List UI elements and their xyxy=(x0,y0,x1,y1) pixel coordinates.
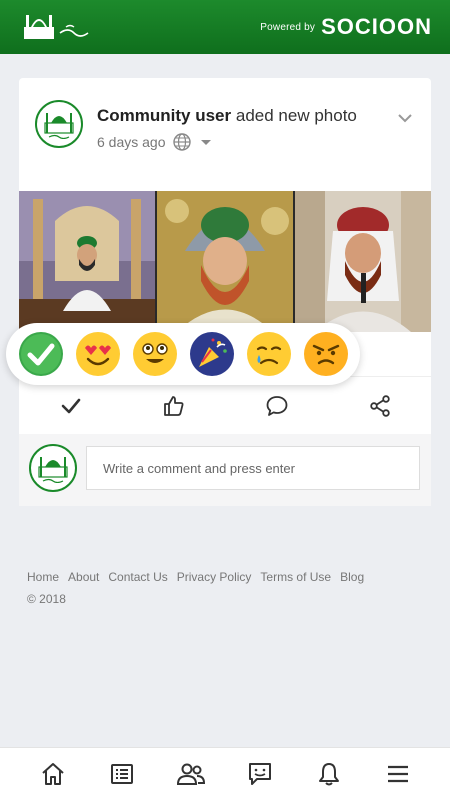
nav-people[interactable] xyxy=(169,752,213,796)
copyright: © 2018 xyxy=(27,592,66,606)
top-bar: Powered by SOCIOON xyxy=(0,0,450,54)
messages-icon xyxy=(248,763,271,785)
comment-bubble-icon xyxy=(266,396,287,416)
like-button[interactable] xyxy=(154,386,194,426)
footer-link-privacy[interactable]: Privacy Policy xyxy=(177,570,252,584)
post-time[interactable]: 6 days ago xyxy=(97,134,166,150)
angry-reaction[interactable] xyxy=(303,331,349,377)
party-popper-icon xyxy=(189,332,234,376)
wow-face-icon xyxy=(132,332,177,376)
bottom-nav xyxy=(0,747,450,800)
sad-tear-icon xyxy=(246,332,291,376)
mosque-icon xyxy=(24,15,89,39)
globe-icon[interactable] xyxy=(172,132,192,152)
mosque-icon xyxy=(44,113,74,139)
comment-input[interactable] xyxy=(86,446,420,490)
photo-grid xyxy=(19,191,431,332)
nav-home[interactable] xyxy=(31,752,75,796)
footer-link-contact[interactable]: Contact Us xyxy=(108,570,167,584)
avatar[interactable] xyxy=(35,100,83,148)
share-button[interactable] xyxy=(360,386,400,426)
news-feed-icon xyxy=(110,764,133,784)
sad-reaction[interactable] xyxy=(246,331,292,377)
angry-face-icon xyxy=(303,332,348,376)
comment-avatar[interactable] xyxy=(29,444,77,492)
photo-2[interactable] xyxy=(157,191,293,332)
nav-menu[interactable] xyxy=(376,752,420,796)
footer-link-terms[interactable]: Terms of Use xyxy=(260,570,331,584)
nav-notifications[interactable] xyxy=(307,752,351,796)
site-logo[interactable] xyxy=(20,9,100,45)
nav-messages[interactable] xyxy=(238,752,282,796)
caret-down-icon[interactable] xyxy=(198,134,214,150)
check-button[interactable] xyxy=(51,386,91,426)
footer: Home About Contact Us Privacy Policy Ter… xyxy=(27,570,364,606)
heart-eyes-icon xyxy=(75,332,120,376)
reaction-picker xyxy=(6,323,360,385)
thumbs-up-icon xyxy=(163,396,183,416)
brand-name: SOCIOON xyxy=(321,14,432,39)
share-icon xyxy=(369,395,390,417)
home-icon xyxy=(41,763,64,785)
party-reaction[interactable] xyxy=(189,331,235,377)
post-action-text: aded new photo xyxy=(235,106,357,125)
photo-1[interactable] xyxy=(19,191,155,332)
footer-link-about[interactable]: About xyxy=(68,570,99,584)
post-actions xyxy=(19,383,431,429)
chevron-down-icon[interactable] xyxy=(395,108,415,128)
check-circle-icon xyxy=(18,332,63,376)
comment-area xyxy=(19,434,431,506)
mosque-icon xyxy=(38,457,68,483)
post-author[interactable]: Community user xyxy=(97,106,231,125)
footer-link-blog[interactable]: Blog xyxy=(340,570,364,584)
love-reaction[interactable] xyxy=(75,331,121,377)
people-icon xyxy=(176,763,205,785)
check-reaction[interactable] xyxy=(18,331,64,377)
wow-reaction[interactable] xyxy=(132,331,178,377)
post-meta: 6 days ago xyxy=(97,132,214,152)
check-icon xyxy=(61,398,80,414)
post-title: Community user aded new photo xyxy=(97,106,357,126)
post-card: Community user aded new photo 6 days ago xyxy=(6,78,431,506)
photo-3[interactable] xyxy=(295,191,431,332)
comment-button[interactable] xyxy=(257,386,297,426)
post-header: Community user aded new photo 6 days ago xyxy=(35,100,415,160)
powered-by[interactable]: Powered by SOCIOON xyxy=(260,14,432,40)
notifications-icon xyxy=(318,763,339,786)
footer-link-home[interactable]: Home xyxy=(27,570,59,584)
powered-by-label: Powered by xyxy=(260,21,316,33)
nav-feed[interactable] xyxy=(100,752,144,796)
menu-icon xyxy=(387,765,408,783)
footer-links: Home About Contact Us Privacy Policy Ter… xyxy=(27,570,364,584)
